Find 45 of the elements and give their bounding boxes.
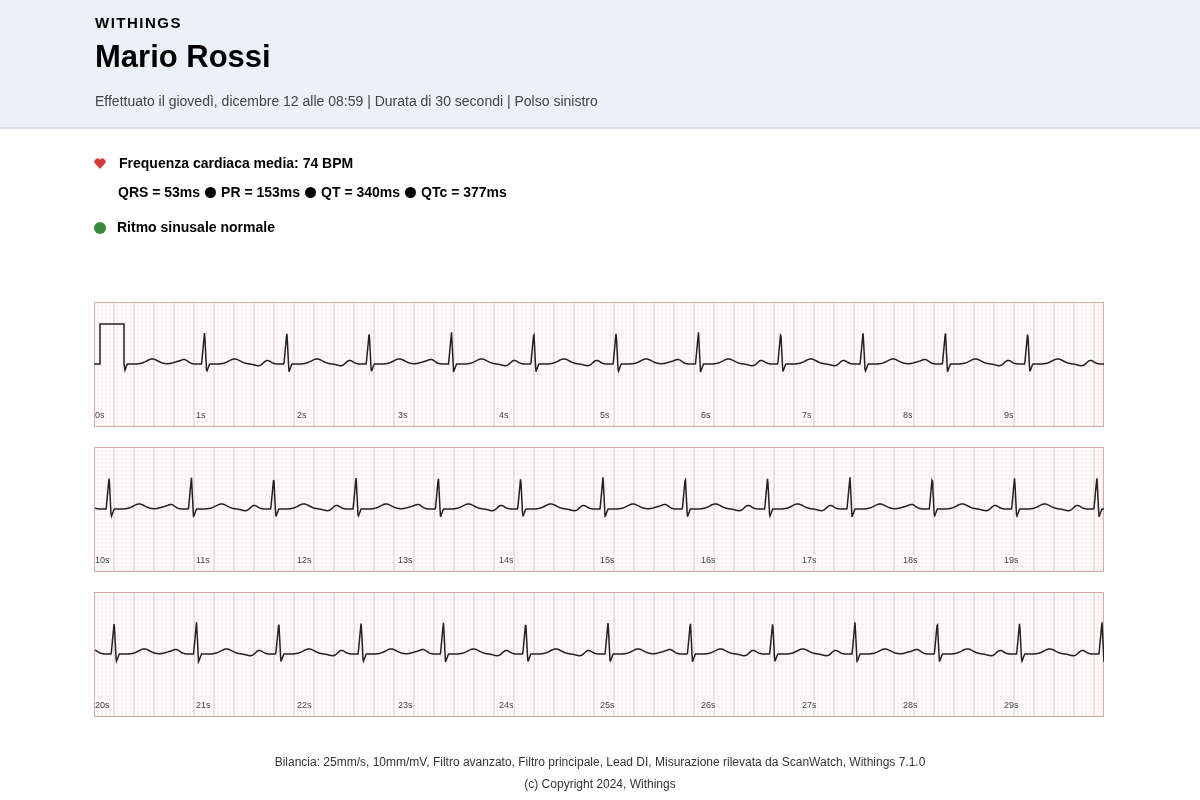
time-label: 14s bbox=[499, 555, 514, 565]
time-label: 20s bbox=[95, 700, 110, 710]
interval-value: QTc = 377ms bbox=[421, 183, 507, 202]
brand-name: WITHINGS bbox=[95, 13, 182, 33]
footer-text: (c) Copyright 2024, Withings bbox=[524, 776, 676, 793]
time-label: 6s bbox=[701, 410, 711, 420]
time-label: 2s bbox=[297, 410, 307, 420]
time-label: 29s bbox=[1004, 700, 1019, 710]
bullet-icon bbox=[405, 187, 417, 198]
time-label: 5s bbox=[600, 410, 610, 420]
time-label: 3s bbox=[398, 410, 408, 420]
time-label: 27s bbox=[802, 700, 817, 710]
time-label: 13s bbox=[398, 555, 413, 565]
time-label: 22s bbox=[297, 700, 312, 710]
time-label: 28s bbox=[903, 700, 918, 710]
time-label: 1s bbox=[196, 410, 206, 420]
time-label: 10s bbox=[95, 555, 110, 565]
recording-details: Effettuato il giovedì, dicembre 12 alle 08:59 | Durata di 30 secondi | Polso sinistro bbox=[95, 91, 598, 111]
time-label: 21s bbox=[196, 700, 211, 710]
heart-rate: Frequenza cardiaca media: 74 BPM bbox=[119, 154, 354, 173]
time-label: 25s bbox=[600, 700, 615, 710]
interval-value: PR = 153ms bbox=[221, 183, 301, 202]
rhythm-result: Ritmo sinusale normale bbox=[117, 218, 275, 237]
time-label: 23s bbox=[398, 700, 413, 710]
footer-text: Bilancia: 25mm/s, 10mm/mV, Filtro avanzato, Filtro principale, Lead DI, Misurazione rilevata da ScanWatch, Withings 7.1.0 bbox=[274, 754, 926, 771]
time-label: 4s bbox=[499, 410, 509, 420]
time-label: 17s bbox=[802, 555, 817, 565]
heart-icon bbox=[94, 158, 106, 169]
bullet-icon bbox=[305, 187, 317, 198]
time-label: 18s bbox=[903, 555, 918, 565]
time-label: 19s bbox=[1004, 555, 1019, 565]
time-label: 8s bbox=[903, 410, 913, 420]
time-label: 9s bbox=[1004, 410, 1014, 420]
time-label: 7s bbox=[802, 410, 812, 420]
interval-value: QT = 340ms bbox=[321, 183, 401, 202]
time-label: 24s bbox=[499, 700, 514, 710]
time-label: 16s bbox=[701, 555, 716, 565]
bullet-icon bbox=[205, 187, 217, 198]
time-label: 15s bbox=[600, 555, 615, 565]
patient-name: Mario Rossi bbox=[95, 37, 271, 76]
time-label: 11s bbox=[196, 555, 210, 565]
time-label: 12s bbox=[297, 555, 312, 565]
time-label: 0s bbox=[95, 410, 105, 420]
interval-value: QRS = 53ms bbox=[118, 183, 201, 202]
time-label: 26s bbox=[701, 700, 716, 710]
